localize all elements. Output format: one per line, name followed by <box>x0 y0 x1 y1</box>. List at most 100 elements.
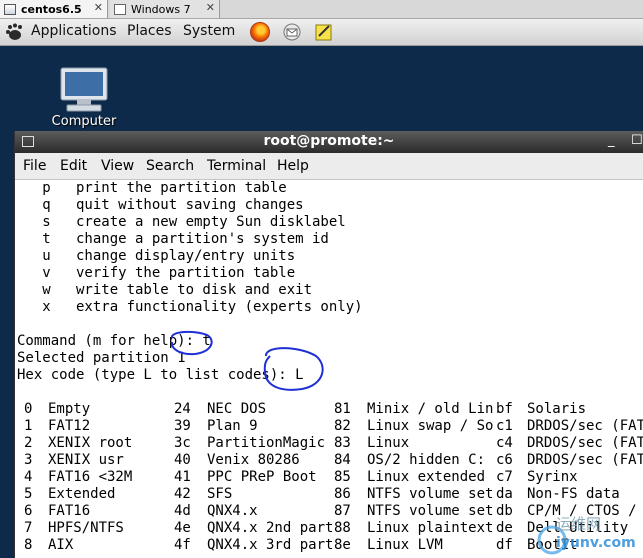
partition-name: NTFS volume set <box>367 503 494 519</box>
watermark-bottom: iyunv.com <box>556 535 636 551</box>
partition-code: 41 <box>174 469 191 485</box>
help-line: t change a partition's system id <box>17 231 329 247</box>
partition-code: 81 <box>334 401 351 417</box>
vm-tab-windows7[interactable]: Windows 7 ✕ <box>110 0 220 18</box>
partition-name: Linux swap / So <box>367 418 494 434</box>
partition-name: Linux <box>367 435 410 451</box>
help-line: v verify the partition table <box>17 265 296 281</box>
partition-code: 84 <box>334 452 351 468</box>
partition-code: 87 <box>334 503 351 519</box>
partition-code: 83 <box>334 435 351 451</box>
partition-code: 5 <box>24 486 33 502</box>
partition-code: c1 <box>496 418 513 434</box>
partition-name: SFS <box>207 486 233 502</box>
partition-code: de <box>496 520 513 536</box>
panel-menu-system[interactable]: System <box>183 23 235 39</box>
partition-code: 4e <box>174 520 191 536</box>
menu-terminal[interactable]: Terminal <box>207 158 266 174</box>
terminal-titlebar[interactable]: root@promote:~ _ ☐ <box>15 131 643 153</box>
top-panel: Applications Places System <box>0 19 643 46</box>
partition-name: FAT16 <32M <box>48 469 133 485</box>
partition-code: 7 <box>24 520 33 536</box>
close-icon[interactable]: ✕ <box>94 1 103 14</box>
terminal-window: root@promote:~ _ ☐ File Edit View Search… <box>14 131 643 558</box>
menu-file[interactable]: File <box>23 158 46 174</box>
partition-name: Empty <box>48 401 91 417</box>
vm-tab-label: Windows 7 <box>131 2 191 16</box>
gnome-foot-icon[interactable] <box>4 23 23 41</box>
menu-edit[interactable]: Edit <box>60 158 87 174</box>
terminal-menubar: File Edit View Search Terminal Help <box>15 153 643 180</box>
partition-code: 6 <box>24 503 33 519</box>
partition-code: 3 <box>24 452 33 468</box>
partition-name: QNX4.x 3rd part <box>207 537 334 553</box>
partition-code: 1 <box>24 418 33 434</box>
command-prompt-line: Command (m for help): t <box>17 333 211 349</box>
partition-code: 4f <box>174 537 191 553</box>
partition-code: 4d <box>174 503 191 519</box>
panel-menu-places[interactable]: Places <box>127 23 172 39</box>
partition-code: 8 <box>24 537 33 553</box>
partition-name: NTFS volume set <box>367 486 494 502</box>
vm-tab-label: centos6.5 <box>21 2 82 16</box>
partition-code: c4 <box>496 435 513 451</box>
partition-code: 3c <box>174 435 191 451</box>
partition-name: Solaris <box>527 401 587 417</box>
vm-tab-centos[interactable]: centos6.5 ✕ <box>0 0 108 18</box>
partition-code: da <box>496 486 513 502</box>
partition-code: 39 <box>174 418 191 434</box>
selected-partition-line: Selected partition 1 <box>17 350 186 366</box>
partition-name: Syrinx <box>527 469 578 485</box>
partition-code: 86 <box>334 486 351 502</box>
panel-menu-applications[interactable]: Applications <box>31 23 117 39</box>
partition-name: Linux plaintext <box>367 520 494 536</box>
computer-icon-label[interactable]: Computer <box>44 114 124 129</box>
partition-name: OS/2 hidden C: <box>367 452 486 468</box>
partition-code: 24 <box>174 401 191 417</box>
partition-name: DRDOS/sec (FAT- <box>527 418 643 434</box>
vm-tab-strip: centos6.5 ✕ Windows 7 ✕ <box>0 0 643 19</box>
vm-icon <box>4 3 16 15</box>
partition-code: 82 <box>334 418 351 434</box>
menu-search[interactable]: Search <box>146 158 194 174</box>
partition-name: Plan 9 <box>207 418 258 434</box>
partition-name: Non-FS data <box>527 486 620 502</box>
vm-icon <box>114 3 126 15</box>
help-line: s create a new empty Sun disklabel <box>17 214 346 230</box>
partition-name: FAT16 <box>48 503 91 519</box>
terminal-output[interactable]: p print the partition table q quit witho… <box>15 179 643 558</box>
menu-help[interactable]: Help <box>277 158 309 174</box>
watermark-top: 运维网 <box>556 515 602 533</box>
help-line: u change display/entry units <box>17 248 296 264</box>
notes-icon[interactable] <box>314 22 334 42</box>
partition-code: c6 <box>496 452 513 468</box>
partition-code: df <box>496 537 513 553</box>
computer-icon[interactable] <box>57 66 111 114</box>
partition-name: PartitionMagic <box>207 435 326 451</box>
partition-code: 40 <box>174 452 191 468</box>
partition-name: NEC DOS <box>207 401 267 417</box>
minimize-icon[interactable]: _ <box>608 133 615 148</box>
partition-code: 0 <box>24 401 33 417</box>
hex-code-prompt-line: Hex code (type L to list codes): L <box>17 367 304 383</box>
partition-name: DRDOS/sec (FAT- <box>527 452 643 468</box>
menu-view[interactable]: View <box>101 158 134 174</box>
partition-name: QNX4.x <box>207 503 258 519</box>
help-line: w write table to disk and exit <box>17 282 313 298</box>
partition-code: 8e <box>334 537 351 553</box>
firefox-icon[interactable] <box>250 22 270 42</box>
help-line: x extra functionality (experts only) <box>17 299 363 315</box>
mail-icon[interactable] <box>282 22 303 42</box>
partition-name: FAT12 <box>48 418 91 434</box>
partition-name: AIX <box>48 537 74 553</box>
partition-name: QNX4.x 2nd part <box>207 520 334 536</box>
close-icon[interactable]: ✕ <box>206 1 215 14</box>
partition-name: Minix / old Lin <box>367 401 494 417</box>
partition-code: 42 <box>174 486 191 502</box>
partition-name: XENIX root <box>48 435 133 451</box>
partition-code: 2 <box>24 435 33 451</box>
partition-name: Linux LVM <box>367 537 443 553</box>
maximize-icon[interactable]: ☐ <box>631 133 643 148</box>
terminal-title: root@promote:~ <box>263 133 395 149</box>
partition-name: PPC PReP Boot <box>207 469 317 485</box>
